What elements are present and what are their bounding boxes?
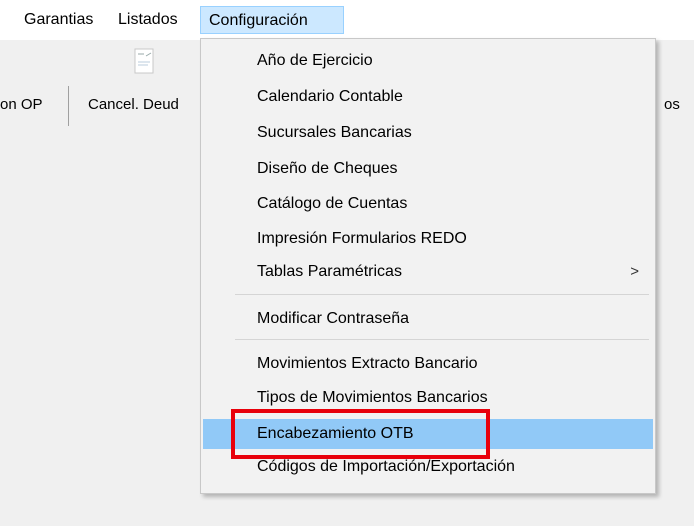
toolbar-item-op[interactable]: on OP — [0, 96, 43, 113]
menu-separator — [235, 339, 649, 340]
menu-item-diseno-cheques[interactable]: Diseño de Cheques — [203, 154, 653, 184]
menu-configuracion[interactable]: Configuración — [200, 6, 344, 34]
menu-separator — [235, 294, 649, 295]
menu-item-impresion-formularios[interactable]: Impresión Formularios REDO — [203, 224, 653, 254]
menu-item-movimientos-extracto[interactable]: Movimientos Extracto Bancario — [203, 349, 653, 379]
menu-item-ano-ejercicio[interactable]: Año de Ejercicio — [203, 46, 653, 76]
menu-garantias[interactable]: Garantias — [16, 6, 101, 34]
menu-item-sucursales-bancarias[interactable]: Sucursales Bancarias — [203, 118, 653, 148]
chevron-right-icon: > — [630, 263, 639, 280]
menu-bar: Garantias Listados Configuración — [0, 0, 694, 40]
menu-item-label: Tablas Paramétricas — [257, 263, 402, 280]
menu-item-tablas-parametricas[interactable]: Tablas Paramétricas > — [203, 257, 653, 287]
document-icon[interactable] — [132, 48, 156, 74]
toolbar-item-os[interactable]: os — [664, 96, 680, 113]
toolbar-item-cancel-deud[interactable]: Cancel. Deud — [88, 96, 179, 113]
annotation-highlight-box — [231, 409, 490, 459]
menu-listados[interactable]: Listados — [110, 6, 186, 34]
toolbar-separator — [68, 86, 69, 126]
menu-item-catalogo-cuentas[interactable]: Catálogo de Cuentas — [203, 189, 653, 219]
menu-item-calendario-contable[interactable]: Calendario Contable — [203, 82, 653, 112]
menu-item-modificar-contrasena[interactable]: Modificar Contraseña — [203, 304, 653, 334]
